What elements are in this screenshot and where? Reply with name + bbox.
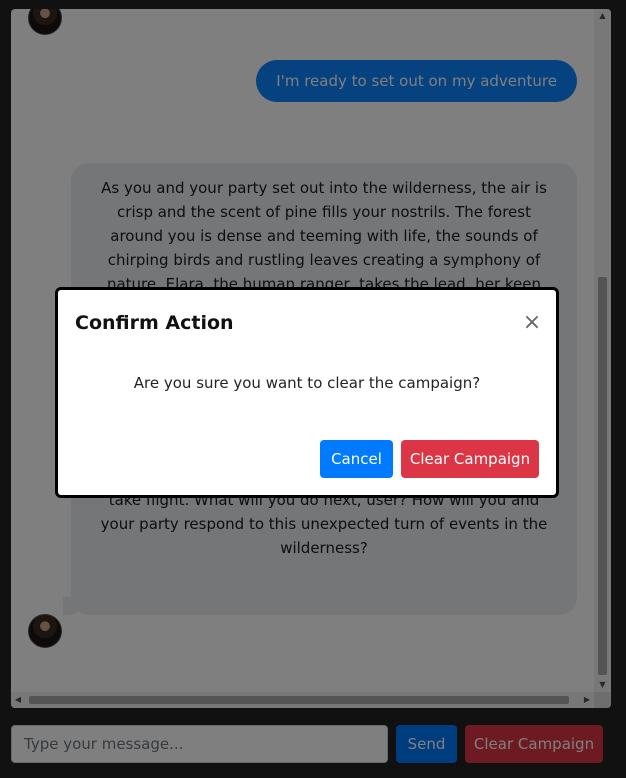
close-icon[interactable]: × — [522, 310, 542, 336]
modal-title: Confirm Action — [75, 312, 234, 334]
confirm-clear-button[interactable]: Clear Campaign — [401, 440, 539, 478]
modal-message: Are you sure you want to clear the campa… — [133, 374, 481, 392]
cancel-button[interactable]: Cancel — [320, 440, 393, 478]
confirm-modal: Confirm Action × Are you sure you want t… — [55, 287, 559, 498]
